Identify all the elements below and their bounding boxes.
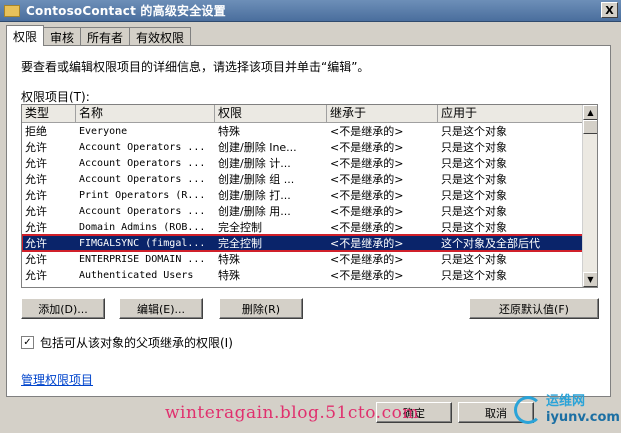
cell-apply-to: 只是这个对象 <box>441 269 507 282</box>
cell-apply-to: 只是这个对象 <box>441 205 507 218</box>
cell-permission: 特殊 <box>218 125 240 138</box>
cell-name: Domain Admins (ROB... <box>79 221 206 233</box>
cell-permission: 创建/删除 计... <box>218 157 291 170</box>
restore-defaults-button[interactable]: 还原默认值(F) <box>469 298 599 319</box>
cell-inherited-from: <不是继承的> <box>330 157 404 170</box>
site-logo: 运维网 iyunv.com <box>510 390 620 430</box>
cell-inherited-from: <不是继承的> <box>330 125 404 138</box>
list-header: 类型 名称 权限 继承于 应用于 <box>22 105 584 123</box>
cell-apply-to: 只是这个对象 <box>441 253 507 266</box>
cell-type: 允许 <box>25 173 47 186</box>
cell-permission: 创建/删除 打... <box>218 189 291 202</box>
inherit-permissions-label: 包括可从该对象的父项继承的权限(I) <box>40 336 233 350</box>
permissions-panel: 要查看或编辑权限项目的详细信息，请选择该项目并单击“编辑”。 权限项目(T): … <box>6 45 611 397</box>
cell-permission: 完全控制 <box>218 221 262 234</box>
cell-permission: 特殊 <box>218 253 240 266</box>
instruction-text: 要查看或编辑权限项目的详细信息，请选择该项目并单击“编辑”。 <box>21 60 370 74</box>
edit-button[interactable]: 编辑(E)... <box>119 298 203 319</box>
vertical-scrollbar[interactable]: ▲ ▼ <box>582 105 597 287</box>
cell-name: Everyone <box>79 125 128 137</box>
cell-inherited-from: <不是继承的> <box>330 205 404 218</box>
column-header-apply-to[interactable]: 应用于 <box>438 105 584 123</box>
column-header-permission[interactable]: 权限 <box>215 105 327 123</box>
table-row-selected[interactable]: 允许 FIMGALSYNC (fimgal... 完全控制 <不是继承的> 这个… <box>22 234 585 252</box>
cell-name: ENTERPRISE DOMAIN ... <box>79 253 206 265</box>
cell-name: Account Operators ... <box>79 205 206 217</box>
cell-type: 允许 <box>25 205 47 218</box>
tab-strip: 权限 审核 所有者 有效权限 <box>6 25 192 46</box>
column-header-inherited-from[interactable]: 继承于 <box>327 105 438 123</box>
logo-ring-icon <box>514 396 542 424</box>
table-row[interactable]: 允许 Authenticated Users 特殊 <不是继承的> 只是这个对象 <box>22 267 584 283</box>
table-row[interactable]: 允许 Account Operators ... 创建/删除 Ine... <不… <box>22 139 584 155</box>
window-title: ContosoContact 的高级安全设置 <box>26 4 226 18</box>
cell-apply-to: 只是这个对象 <box>441 157 507 170</box>
table-row[interactable]: 拒绝 Everyone 特殊 <不是继承的> 只是这个对象 <box>22 123 584 139</box>
permission-entries-label: 权限项目(T): <box>21 90 90 104</box>
close-button[interactable]: X <box>601 2 618 18</box>
title-bar: ContosoContact 的高级安全设置 X <box>0 0 621 22</box>
column-header-type[interactable]: 类型 <box>22 105 76 123</box>
cell-inherited-from: <不是继承的> <box>330 269 404 282</box>
table-row[interactable]: 允许 Account Operators ... 创建/删除 计... <不是继… <box>22 155 584 171</box>
inherit-permissions-checkbox[interactable]: ✓ <box>21 336 34 349</box>
cell-type: 允许 <box>25 189 47 202</box>
tab-effective-permissions[interactable]: 有效权限 <box>129 27 192 46</box>
table-row[interactable]: 允许 Domain Admins (ROB... 完全控制 <不是继承的> 只是… <box>22 219 584 235</box>
cell-apply-to: 只是这个对象 <box>441 125 507 138</box>
watermark-text: winteragain.blog.51cto.com <box>165 403 419 423</box>
cell-type: 允许 <box>25 141 47 154</box>
table-row[interactable]: 允许 ENTERPRISE DOMAIN ... 特殊 <不是继承的> 只是这个… <box>22 251 584 267</box>
permission-entries-list[interactable]: 类型 名称 权限 继承于 应用于 拒绝 Everyone 特殊 <不是继承的> … <box>21 104 598 288</box>
scroll-down-icon[interactable]: ▼ <box>583 272 597 287</box>
cell-permission: 特殊 <box>218 269 240 282</box>
list-body: 拒绝 Everyone 特殊 <不是继承的> 只是这个对象 允许 Account… <box>22 123 585 283</box>
cell-name: Authenticated Users <box>79 269 194 281</box>
cell-apply-to: 只是这个对象 <box>441 189 507 202</box>
cell-permission: 完全控制 <box>218 237 262 250</box>
logo-text-top: 运维网 <box>546 394 586 409</box>
add-button[interactable]: 添加(D)... <box>21 298 105 319</box>
cell-name: Account Operators ... <box>79 141 206 153</box>
tab-permissions[interactable]: 权限 <box>6 25 45 46</box>
cell-apply-to: 只是这个对象 <box>441 221 507 234</box>
cell-name: Account Operators ... <box>79 157 206 169</box>
cell-inherited-from: <不是继承的> <box>330 141 404 154</box>
cell-inherited-from: <不是继承的> <box>330 253 404 266</box>
cell-name: FIMGALSYNC (fimgal... <box>79 237 206 249</box>
cell-name: Account Operators ... <box>79 173 206 185</box>
tab-owner[interactable]: 所有者 <box>80 27 131 46</box>
cell-type: 允许 <box>25 157 47 170</box>
cell-type: 拒绝 <box>25 125 47 138</box>
manage-permission-entries-link[interactable]: 管理权限项目 <box>21 371 93 388</box>
cell-apply-to: 只是这个对象 <box>441 141 507 154</box>
table-row[interactable]: 允许 Account Operators ... 创建/删除 组 ... <不是… <box>22 171 584 187</box>
cell-inherited-from: <不是继承的> <box>330 221 404 234</box>
column-header-name[interactable]: 名称 <box>76 105 215 123</box>
logo-text-bottom: iyunv.com <box>546 410 620 425</box>
table-row[interactable]: 允许 Account Operators ... 创建/删除 用... <不是继… <box>22 203 584 219</box>
cell-type: 允许 <box>25 237 47 250</box>
cell-type: 允许 <box>25 253 47 266</box>
inherit-permissions-option[interactable]: ✓ 包括可从该对象的父项继承的权限(I) <box>21 334 233 351</box>
scroll-thumb[interactable] <box>583 120 597 134</box>
tab-auditing[interactable]: 审核 <box>43 27 82 46</box>
cell-inherited-from: <不是继承的> <box>330 237 404 250</box>
folder-icon <box>4 4 20 17</box>
table-row[interactable]: 允许 Print Operators (R... 创建/删除 打... <不是继… <box>22 187 584 203</box>
cell-permission: 创建/删除 用... <box>218 205 291 218</box>
cell-inherited-from: <不是继承的> <box>330 189 404 202</box>
cell-apply-to: 这个对象及全部后代 <box>441 237 540 250</box>
scroll-up-icon[interactable]: ▲ <box>583 105 597 120</box>
cell-type: 允许 <box>25 269 47 282</box>
cell-name: Print Operators (R... <box>79 189 206 201</box>
cell-permission: 创建/删除 组 ... <box>218 173 295 186</box>
cell-permission: 创建/删除 Ine... <box>218 141 297 154</box>
cell-type: 允许 <box>25 221 47 234</box>
cell-inherited-from: <不是继承的> <box>330 173 404 186</box>
cell-apply-to: 只是这个对象 <box>441 173 507 186</box>
remove-button[interactable]: 删除(R) <box>219 298 303 319</box>
